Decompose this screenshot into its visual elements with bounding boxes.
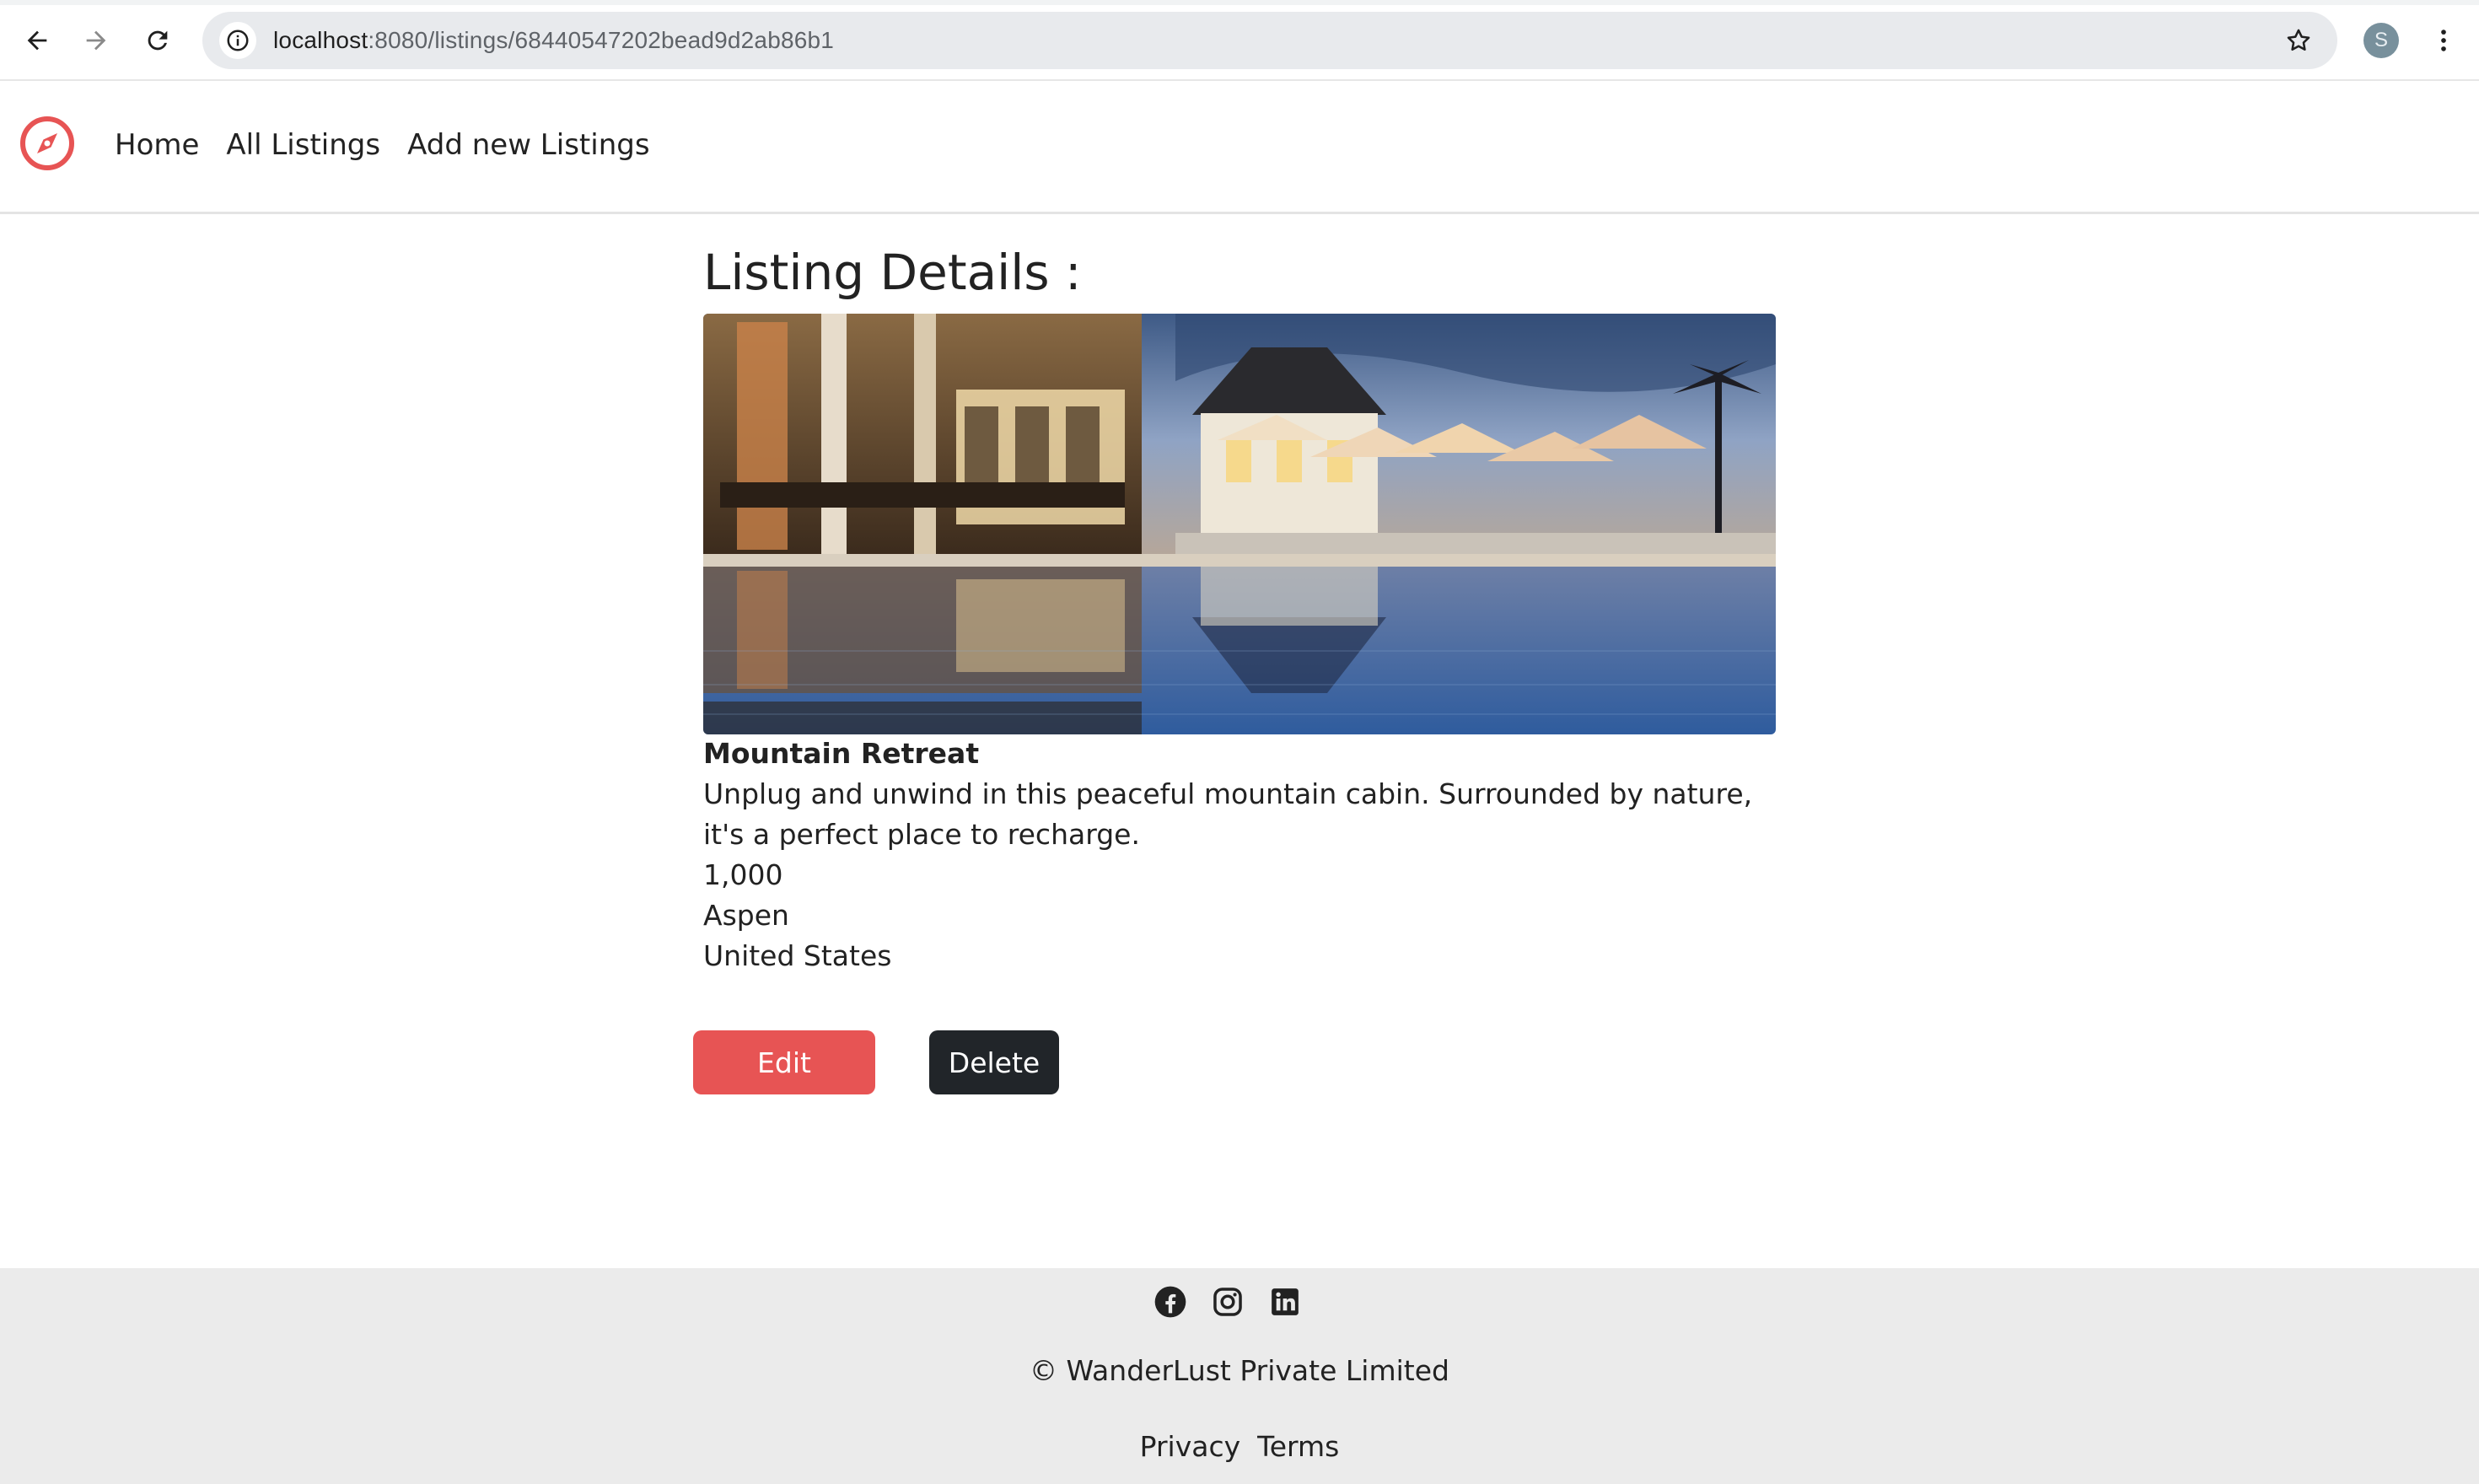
site-info-button[interactable] <box>219 22 256 59</box>
profile-avatar[interactable]: S <box>2363 23 2399 58</box>
nav-link-all-listings[interactable]: All Listings <box>226 128 380 162</box>
instagram-icon <box>1213 1288 1242 1316</box>
page-title: Listing Details : <box>703 244 1082 301</box>
url-text[interactable]: localhost:8080/listings/68440547202bead9… <box>273 27 834 54</box>
linkedin-link[interactable] <box>1266 1283 1304 1320</box>
brand-logo-link[interactable] <box>19 115 76 172</box>
hotel-pool-terrace-photo <box>703 314 1776 734</box>
reload-button[interactable] <box>137 20 178 61</box>
menu-kebab-icon <box>2441 30 2446 51</box>
bookmark-button[interactable] <box>2278 20 2319 61</box>
facebook-link[interactable] <box>1152 1283 1189 1320</box>
footer-link-terms[interactable]: Terms <box>1257 1430 1339 1463</box>
listing-title: Mountain Retreat <box>703 737 980 770</box>
tab-strip-edge <box>0 0 2479 5</box>
reload-icon <box>148 30 168 51</box>
footer-links: Privacy Terms <box>0 1430 2479 1463</box>
edit-button[interactable]: Edit <box>693 1030 875 1094</box>
back-icon <box>27 30 47 51</box>
back-button[interactable] <box>17 20 57 61</box>
facebook-icon <box>1154 1286 1186 1318</box>
url-host: localhost <box>273 27 368 53</box>
instagram-link[interactable] <box>1209 1283 1246 1320</box>
browser-menu-button[interactable] <box>2423 20 2464 61</box>
copyright-text: © WanderLust Private Limited <box>1030 1354 1449 1387</box>
delete-button[interactable]: Delete <box>929 1030 1059 1094</box>
site-navbar: Home All Listings Add new Listings <box>0 81 2479 214</box>
listing-price: 1,000 <box>703 858 783 891</box>
listing-location: Aspen <box>703 899 789 932</box>
nav-link-home[interactable]: Home <box>115 128 199 162</box>
site-footer: © WanderLust Private Limited Privacy Ter… <box>0 1268 2479 1484</box>
forward-button[interactable] <box>76 20 116 61</box>
nav-links: Home All Listings Add new Listings <box>115 128 677 162</box>
footer-link-privacy[interactable]: Privacy <box>1140 1430 1240 1463</box>
listing-description: Unplug and unwind in this peaceful mount… <box>703 777 1753 851</box>
url-path: :8080/listings/68440547202bead9d2ab86b1 <box>368 27 835 53</box>
browser-toolbar: localhost:8080/listings/68440547202bead9… <box>0 0 2479 81</box>
listing-country: United States <box>703 939 892 972</box>
bookmark-star-icon <box>2287 29 2310 51</box>
listing-image <box>703 314 1776 734</box>
address-bar[interactable]: localhost:8080/listings/68440547202bead9… <box>202 12 2337 69</box>
social-links <box>1152 1283 1324 1320</box>
linkedin-icon <box>1272 1288 1299 1315</box>
nav-link-add-new-listing[interactable]: Add new Listings <box>407 128 649 162</box>
forward-icon <box>86 30 106 51</box>
listing-details: Listing Details : Mountain Retreat Unplu… <box>703 236 1776 972</box>
site-info-icon <box>227 30 249 51</box>
compass-icon <box>20 116 74 170</box>
listing-info: Mountain Retreat Unplug and unwind in th… <box>703 734 1776 976</box>
